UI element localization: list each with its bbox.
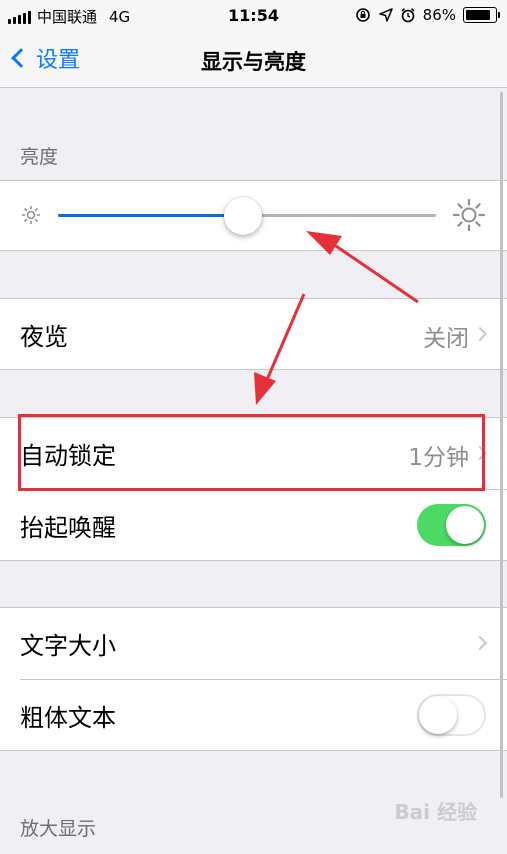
- chevron-right-icon: [472, 635, 488, 651]
- text-group: 文字大小 粗体文本: [0, 607, 507, 751]
- sun-small-icon: [21, 205, 41, 225]
- raise-to-wake-row: 抬起唤醒: [0, 490, 507, 560]
- brightness-header: 亮度: [20, 146, 59, 168]
- raise-to-wake-label: 抬起唤醒: [20, 514, 116, 542]
- text-size-label: 文字大小: [20, 632, 116, 660]
- night-shift-row[interactable]: 夜览 关闭: [0, 299, 507, 369]
- annotation-highlight-box: [18, 414, 485, 491]
- zoom-header: 放大显示: [20, 818, 97, 840]
- alarm-icon: [401, 8, 415, 23]
- chevron-right-icon: [472, 326, 488, 342]
- scrollbar[interactable]: [500, 92, 503, 798]
- slider-fill: [58, 214, 244, 217]
- brightness-slider[interactable]: [58, 197, 436, 235]
- raise-to-wake-toggle[interactable]: [417, 504, 486, 546]
- battery-percent: 86%: [422, 6, 456, 24]
- navigation-bar: 设置 显示与亮度: [0, 34, 507, 88]
- night-shift-group: 夜览 关闭: [0, 298, 507, 370]
- battery-icon: [463, 7, 500, 23]
- location-icon: [378, 8, 393, 22]
- night-shift-value: 关闭: [423, 326, 469, 352]
- bold-text-row: 粗体文本: [0, 680, 507, 750]
- watermark-logo: Bai 经验: [394, 800, 477, 824]
- bold-text-toggle[interactable]: [417, 694, 486, 736]
- brightness-group: [0, 180, 507, 251]
- night-shift-label: 夜览: [20, 323, 68, 351]
- slider-thumb[interactable]: [224, 197, 263, 235]
- toggle-knob: [446, 506, 484, 544]
- page-title: 显示与亮度: [201, 50, 306, 74]
- text-size-row[interactable]: 文字大小: [0, 608, 507, 678]
- bold-text-label: 粗体文本: [20, 704, 116, 732]
- status-right: 86%: [354, 6, 500, 24]
- sun-large-icon: [452, 198, 486, 232]
- toggle-knob: [419, 696, 457, 734]
- status-bar: 中国联通 4G 11:54 86%: [0, 0, 507, 34]
- orientation-lock-icon: [355, 8, 370, 22]
